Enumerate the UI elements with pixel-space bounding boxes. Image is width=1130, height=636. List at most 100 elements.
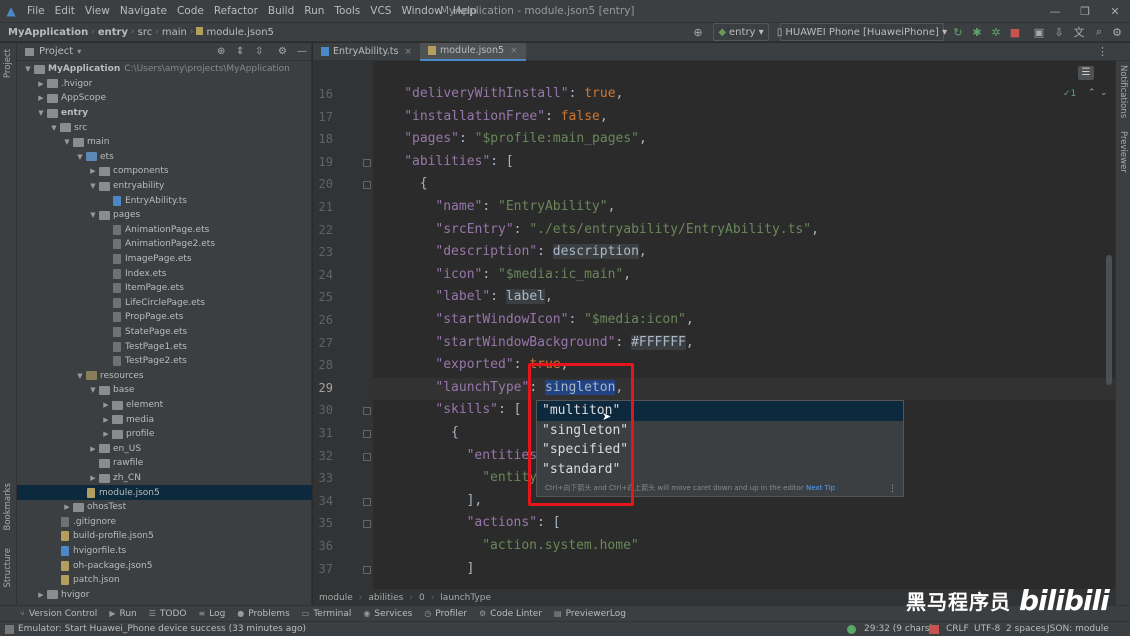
code-line[interactable]: "actions": [: [467, 515, 561, 530]
gear-icon[interactable]: ⚙: [278, 46, 287, 57]
code-line[interactable]: "startWindowBackground": #FFFFFF,: [435, 334, 694, 350]
sdk-manager-icon[interactable]: ⇩: [1052, 23, 1066, 41]
code-crumb[interactable]: abilities: [362, 593, 409, 603]
tool-window-profiler[interactable]: ◷ Profiler: [418, 609, 473, 619]
tool-window-code-linter[interactable]: ⚙ Code Linter: [473, 609, 548, 619]
translate-icon[interactable]: 文: [1072, 23, 1086, 41]
tree-item[interactable]: ▼ MyApplication C:\Users\amy\projects\MyAp…: [17, 62, 312, 77]
breadcrumb-file[interactable]: module.json5: [193, 26, 276, 38]
tool-window-run[interactable]: ▶ Run: [103, 609, 142, 619]
chevron-right-icon[interactable]: ▶: [101, 430, 111, 438]
collapse-all-icon[interactable]: ⇳: [255, 46, 263, 57]
tree-item[interactable]: AnimationPage.ets: [17, 223, 312, 238]
status-message[interactable]: Emulator: Start Huawei_Phone device succ…: [18, 622, 306, 636]
chevron-right-icon[interactable]: ▶: [88, 474, 98, 482]
tool-window-terminal[interactable]: ▭ Terminal: [296, 609, 358, 619]
editor-scrollbar[interactable]: [1106, 255, 1112, 385]
inspection-widget[interactable]: ✓1: [1063, 89, 1076, 99]
menu-refactor[interactable]: Refactor: [209, 0, 263, 22]
tool-window-log[interactable]: ≡ Log: [193, 609, 232, 619]
menu-view[interactable]: View: [80, 0, 115, 22]
tree-item[interactable]: ▶ zh_CN: [17, 471, 312, 486]
tree-item[interactable]: ImagePage.ets: [17, 252, 312, 267]
breadcrumb-main[interactable]: main: [159, 27, 190, 38]
tree-item[interactable]: ▶ media: [17, 412, 312, 427]
run-icon[interactable]: ↻: [951, 23, 965, 41]
menu-vcs[interactable]: VCS: [365, 0, 396, 22]
code-line[interactable]: "installationFree": false,: [404, 109, 608, 124]
hide-icon[interactable]: —: [297, 46, 307, 57]
line-separator[interactable]: CRLF: [946, 622, 969, 636]
menu-navigate[interactable]: Navigate: [115, 0, 172, 22]
tree-item[interactable]: ▶ en_US: [17, 442, 312, 457]
tree-item[interactable]: ▼ ets: [17, 150, 312, 165]
minimize-icon[interactable]: —: [1040, 0, 1070, 22]
code-line[interactable]: "abilities": [: [404, 154, 514, 169]
chevron-down-icon[interactable]: ▼: [49, 124, 59, 132]
fold-marker-icon[interactable]: [363, 407, 371, 416]
restore-icon[interactable]: ❐: [1070, 0, 1100, 22]
fold-marker-icon[interactable]: [363, 452, 371, 461]
code-line[interactable]: "label": label,: [435, 289, 553, 305]
fold-marker-icon[interactable]: [363, 565, 371, 574]
tree-item[interactable]: module.json5: [17, 485, 312, 500]
code-crumb[interactable]: 0: [413, 593, 431, 603]
file-encoding[interactable]: UTF-8: [974, 622, 1000, 636]
tree-item[interactable]: .gitignore: [17, 515, 312, 530]
tab-entryability[interactable]: EntryAbility.ts ×: [313, 43, 420, 61]
chevron-right-icon[interactable]: ▶: [36, 591, 46, 599]
more-options-icon[interactable]: ⋮: [888, 484, 897, 494]
tree-item[interactable]: StatePage.ets: [17, 325, 312, 340]
chevron-right-icon[interactable]: ▶: [36, 94, 46, 102]
project-tool-button[interactable]: Project: [3, 49, 13, 78]
chevron-down-icon[interactable]: ⌄: [1100, 88, 1108, 98]
reader-mode-icon[interactable]: ☰: [1078, 66, 1094, 80]
tree-item[interactable]: patch.json: [17, 573, 312, 588]
chevron-right-icon[interactable]: ▶: [101, 416, 111, 424]
tree-item[interactable]: EntryAbility.ts: [17, 193, 312, 208]
code-line[interactable]: "name": "EntryAbility",: [435, 199, 615, 214]
menu-file[interactable]: File: [22, 0, 50, 22]
tree-item[interactable]: ▼ entryability: [17, 179, 312, 194]
tool-window-version-control[interactable]: ⑂ Version Control: [0, 609, 103, 619]
menu-run[interactable]: Run: [299, 0, 329, 22]
bookmarks-tool-button[interactable]: Bookmarks: [3, 483, 13, 531]
code-crumb[interactable]: launchType: [434, 593, 497, 603]
chevron-right-icon[interactable]: ▶: [88, 167, 98, 175]
code-line[interactable]: "skills": [: [435, 402, 521, 417]
tree-item[interactable]: oh-package.json5: [17, 558, 312, 573]
panel-toggle-icon[interactable]: [5, 625, 14, 634]
tool-window-services[interactable]: ◉ Services: [357, 609, 418, 619]
tree-item[interactable]: AnimationPage2.ets: [17, 237, 312, 252]
code-line[interactable]: "srcEntry": "./ets/entryability/EntryAbi…: [435, 222, 819, 237]
tree-item[interactable]: rawfile: [17, 456, 312, 471]
code-line[interactable]: "pages": "$profile:main_pages",: [404, 131, 647, 146]
menu-build[interactable]: Build: [263, 0, 299, 22]
tree-item[interactable]: build-profile.json5: [17, 529, 312, 544]
settings-icon[interactable]: ⚙: [1110, 23, 1124, 41]
code-line[interactable]: {: [420, 176, 428, 191]
breadcrumb-project[interactable]: MyApplication: [0, 27, 91, 38]
tab-module-json5[interactable]: module.json5 ×: [419, 42, 526, 61]
tree-item[interactable]: hvigorfile.ts: [17, 544, 312, 559]
device-combo[interactable]: ▯ HUAWEI Phone [HuaweiPhone] ▾: [777, 23, 947, 41]
tree-item[interactable]: ▶ hvigor: [17, 588, 312, 603]
menu-tools[interactable]: Tools: [329, 0, 365, 22]
tree-item[interactable]: Index.ets: [17, 266, 312, 281]
tree-item[interactable]: ▼ src: [17, 120, 312, 135]
indent-setting[interactable]: 2 spaces: [1006, 622, 1046, 636]
attach-debugger-icon[interactable]: ✲: [989, 23, 1003, 41]
tool-window-todo[interactable]: ☰ TODO: [143, 609, 193, 619]
tree-item[interactable]: PropPage.ets: [17, 310, 312, 325]
chevron-right-icon[interactable]: ▶: [62, 503, 72, 511]
tree-item[interactable]: ▶ .hvigor: [17, 77, 312, 92]
fold-marker-icon[interactable]: [363, 181, 371, 190]
tool-window-previewerlog[interactable]: ▤ PreviewerLog: [548, 609, 632, 619]
expand-all-icon[interactable]: ⇕: [236, 46, 244, 57]
chevron-down-icon[interactable]: ▼: [36, 109, 46, 117]
code-line[interactable]: "deliveryWithInstall": true,: [404, 86, 623, 101]
breadcrumb-module[interactable]: entry: [95, 27, 131, 38]
chevron-down-icon[interactable]: ▼: [62, 138, 72, 146]
debug-icon[interactable]: ✱: [970, 23, 984, 41]
code-line[interactable]: ]: [467, 561, 475, 576]
